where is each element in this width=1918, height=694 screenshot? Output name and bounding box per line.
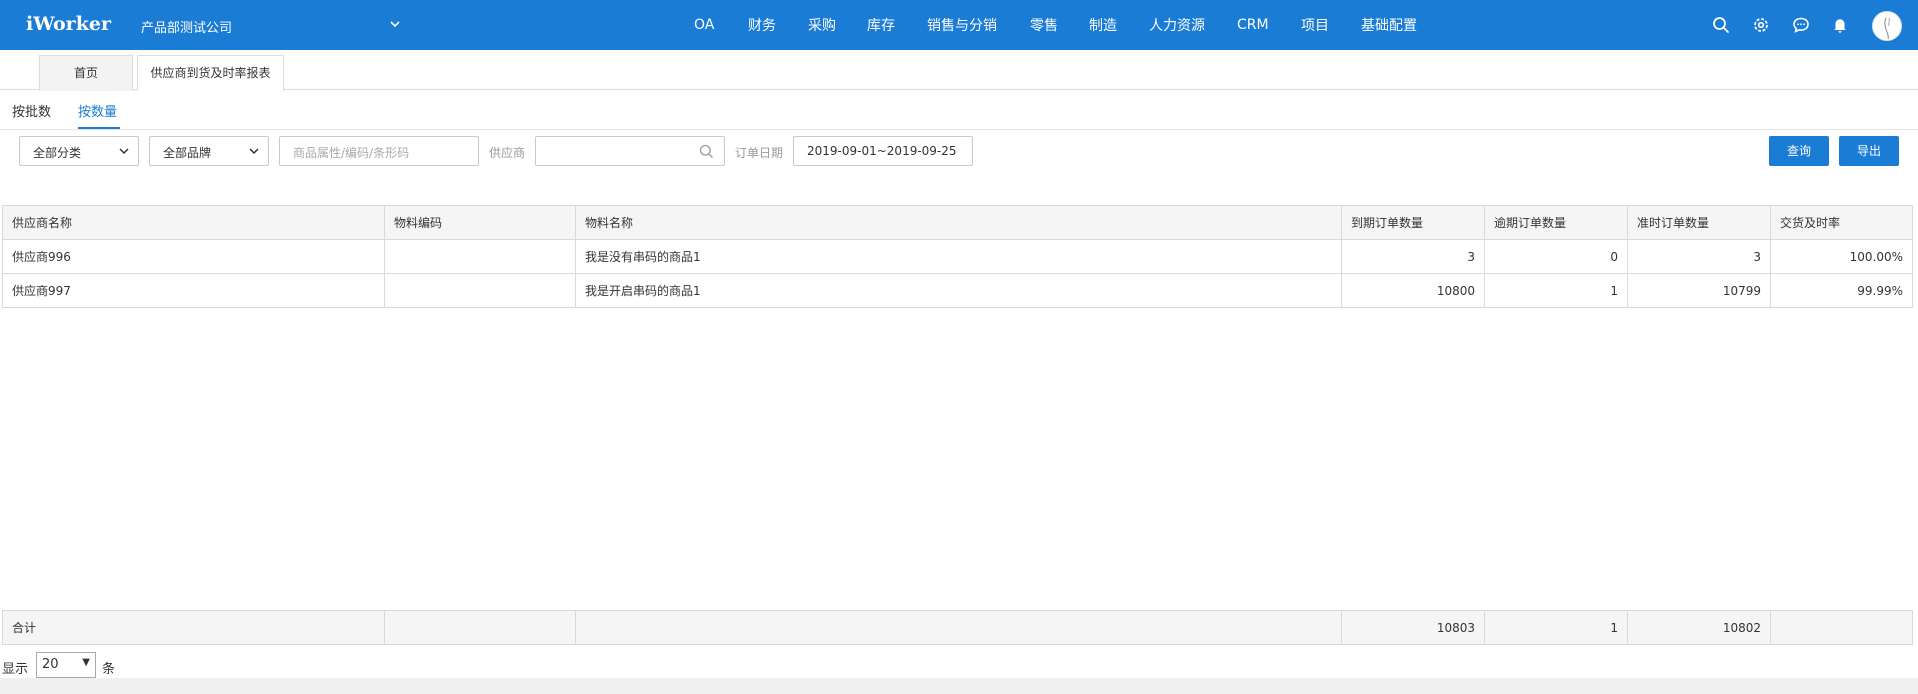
page-size-label: 显示	[2, 662, 29, 677]
search-icon[interactable]	[699, 144, 714, 159]
cell-due-orders: 3	[1341, 239, 1485, 274]
tab-supplier-arrival-report[interactable]: 供应商到货及时率报表	[137, 55, 284, 91]
chat-icon[interactable]	[1792, 16, 1810, 34]
nav-item-oa[interactable]: OA	[694, 17, 714, 33]
nav-item-retail[interactable]: 零售	[1030, 15, 1058, 35]
cell-material-code	[384, 239, 576, 274]
totals-row: 合计 10803 1 10802	[2, 610, 1913, 645]
app-logo[interactable]: iWorker	[26, 13, 111, 35]
active-tab-indicator	[78, 127, 120, 129]
cell-delivery-rate: 99.99%	[1770, 273, 1913, 308]
table-header-row: 供应商名称 物料编码 物料名称 到期订单数量 逾期订单数量 准时订单数量 交货及…	[2, 205, 1913, 240]
totals-overdue-orders: 1	[1484, 610, 1628, 645]
company-name[interactable]: 产品部测试公司	[141, 17, 232, 36]
nav-item-manufacturing[interactable]: 制造	[1089, 15, 1117, 35]
column-header-material-code[interactable]: 物料编码	[384, 205, 576, 240]
chevron-down-icon	[249, 148, 259, 155]
column-header-ontime-orders[interactable]: 准时订单数量	[1627, 205, 1771, 240]
order-date-label: 订单日期	[735, 146, 784, 160]
order-date-range-value: 2019-09-01~2019-09-25	[807, 144, 957, 158]
totals-cell	[384, 610, 576, 645]
brand-select-value: 全部品牌	[163, 146, 212, 160]
page-tab-bar: 首页 供应商到货及时率报表	[0, 50, 1918, 91]
totals-cell	[575, 610, 1342, 645]
totals-due-orders: 10803	[1341, 610, 1485, 645]
cell-ontime-orders: 3	[1627, 239, 1771, 274]
cell-overdue-orders: 1	[1484, 273, 1628, 308]
nav-item-sales[interactable]: 销售与分销	[927, 15, 997, 35]
chevron-down-icon[interactable]	[388, 17, 402, 31]
avatar-illustration-icon	[1884, 17, 1890, 40]
order-date-range-input[interactable]: 2019-09-01~2019-09-25	[793, 136, 973, 166]
column-header-overdue-orders[interactable]: 逾期订单数量	[1484, 205, 1628, 240]
chevron-down-icon	[119, 148, 129, 155]
cell-material-name: 我是开启串码的商品1	[575, 273, 1342, 308]
product-search-placeholder: 商品属性/编码/条形码	[293, 146, 410, 160]
column-header-due-orders[interactable]: 到期订单数量	[1341, 205, 1485, 240]
top-navbar: iWorker 产品部测试公司 OA 财务 采购 库存 销售与分销 零售 制造 …	[0, 0, 1918, 50]
nav-item-project[interactable]: 项目	[1301, 15, 1329, 35]
table-row[interactable]: 供应商997 我是开启串码的商品1 10800 1 10799 99.99%	[2, 273, 1913, 308]
nav-item-base-config[interactable]: 基础配置	[1361, 15, 1417, 35]
tab-by-batch[interactable]: 按批数	[12, 101, 51, 120]
column-header-delivery-rate[interactable]: 交货及时率	[1770, 205, 1913, 240]
nav-item-purchase[interactable]: 采购	[808, 15, 836, 35]
report-table: 供应商名称 物料编码 物料名称 到期订单数量 逾期订单数量 准时订单数量 交货及…	[2, 205, 1913, 308]
nav-item-crm[interactable]: CRM	[1237, 17, 1269, 33]
report-mode-tabs: 按批数 按数量	[0, 92, 1918, 130]
supplier-input[interactable]	[535, 136, 725, 166]
gear-icon[interactable]	[1752, 16, 1770, 34]
cell-ontime-orders: 10799	[1627, 273, 1771, 308]
cell-material-code	[384, 273, 576, 308]
category-select[interactable]: 全部分类	[19, 136, 139, 166]
cell-delivery-rate: 100.00%	[1770, 239, 1913, 274]
cell-overdue-orders: 0	[1484, 239, 1628, 274]
brand-select[interactable]: 全部品牌	[149, 136, 269, 166]
bottom-scroll-area	[0, 678, 1918, 694]
table-row[interactable]: 供应商996 我是没有串码的商品1 3 0 3 100.00%	[2, 239, 1913, 274]
nav-item-finance[interactable]: 财务	[748, 15, 776, 35]
totals-ontime-orders: 10802	[1627, 610, 1771, 645]
cell-due-orders: 10800	[1341, 273, 1485, 308]
totals-cell	[1770, 610, 1913, 645]
totals-table: 合计 10803 1 10802	[2, 610, 1913, 645]
caret-down-icon: ▼	[82, 657, 90, 668]
cell-supplier-name: 供应商997	[2, 273, 385, 308]
supplier-label: 供应商	[489, 146, 526, 160]
nav-item-hr[interactable]: 人力资源	[1149, 15, 1205, 35]
page-size-unit: 条	[102, 662, 116, 677]
query-button[interactable]: 查询	[1769, 136, 1829, 166]
nav-item-inventory[interactable]: 库存	[867, 15, 895, 35]
tab-by-quantity[interactable]: 按数量	[78, 101, 117, 120]
cell-material-name: 我是没有串码的商品1	[575, 239, 1342, 274]
cell-supplier-name: 供应商996	[2, 239, 385, 274]
totals-label: 合计	[2, 610, 385, 645]
column-header-material-name[interactable]: 物料名称	[575, 205, 1342, 240]
product-search-input[interactable]: 商品属性/编码/条形码	[279, 136, 479, 166]
page-size-select[interactable]: 20 ▼	[36, 652, 96, 678]
user-avatar[interactable]	[1872, 11, 1902, 41]
export-button[interactable]: 导出	[1839, 136, 1899, 166]
page-size-value: 20	[42, 657, 59, 672]
column-header-supplier-name[interactable]: 供应商名称	[2, 205, 385, 240]
bell-icon[interactable]	[1831, 16, 1849, 34]
search-icon[interactable]	[1712, 16, 1730, 34]
category-select-value: 全部分类	[33, 146, 82, 160]
tab-home[interactable]: 首页	[39, 55, 133, 91]
